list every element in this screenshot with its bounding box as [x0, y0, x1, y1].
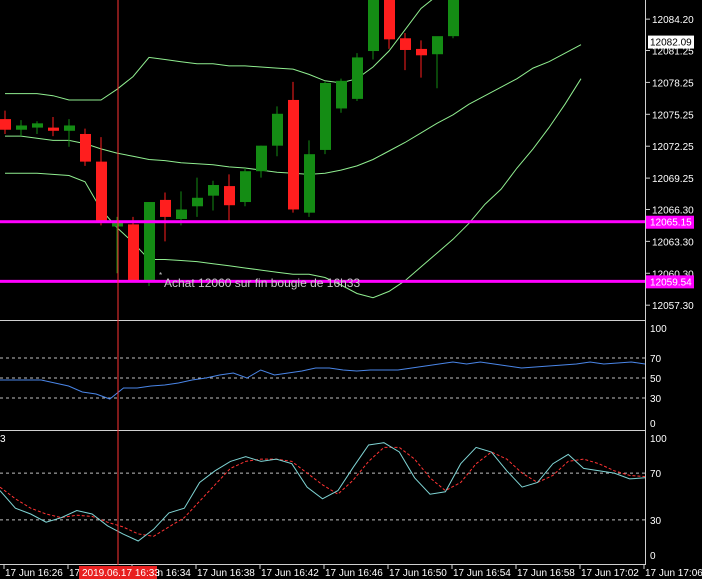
candle-body — [256, 145, 267, 172]
axis-border — [0, 564, 645, 565]
time-tick-label-partial: 17 — [69, 568, 81, 579]
trading-chart: Achat 12060 sur fin bougie de 16h33 * 12… — [0, 0, 702, 579]
candle — [368, 0, 379, 60]
candle-body — [128, 224, 139, 281]
candle-body — [272, 113, 283, 146]
stoch-tick-label: 100 — [650, 434, 667, 445]
candle-body — [240, 171, 251, 203]
level-badge-label: 12059.54 — [650, 277, 692, 288]
crosshair-time-label: 2019.06.17 16:33 — [82, 568, 160, 579]
candle — [128, 216, 139, 281]
rsi-tick-label: 70 — [650, 354, 662, 365]
candle-body — [16, 125, 27, 130]
price-tick-label: 12063.30 — [652, 237, 694, 248]
stoch-tick-label: 30 — [650, 516, 662, 527]
candle-body — [368, 0, 379, 52]
stoch-tick-label: 0 — [650, 551, 656, 562]
candle-body — [176, 209, 187, 220]
candle — [144, 202, 155, 287]
time-tick-label: 17 Jun 17:02 — [581, 568, 639, 579]
candle — [80, 128, 91, 166]
candle-body — [400, 38, 411, 50]
time-axis: 17 Jun 16:26 17 Jun 16:34 17 Jun 16:38 17 J… — [3, 565, 702, 579]
price-tick-label: 12066.30 — [652, 205, 694, 216]
panel-divider — [0, 430, 645, 431]
candle-body — [48, 127, 59, 131]
time-tick-label: 17 Jun 16:54 — [453, 568, 511, 579]
candle-body — [432, 36, 443, 55]
candle — [240, 168, 251, 207]
trade-annotation: Achat 12060 sur fin bougie de 16h33 — [164, 276, 360, 290]
stoch-partial-label: 3 — [0, 434, 6, 445]
candle-body — [384, 0, 395, 40]
annotation-marker: * — [159, 271, 162, 280]
candle — [320, 80, 331, 155]
rsi-tick-label: 50 — [650, 374, 662, 385]
current-price-label: 12082.09 — [650, 38, 692, 49]
panel-divider — [0, 320, 645, 321]
candle-body — [208, 185, 219, 196]
level-line — [0, 220, 645, 224]
time-tick-label: 17 Jun 16:26 — [5, 568, 63, 579]
axis-border — [645, 0, 646, 565]
candle-body — [0, 119, 11, 130]
price-tick-label: 12084.20 — [652, 15, 694, 26]
candle-body — [144, 202, 155, 281]
price-tick-label: 12072.25 — [652, 142, 694, 153]
candle-body — [304, 154, 315, 213]
candle-body — [80, 133, 91, 162]
candle-body — [32, 123, 43, 128]
candle — [448, 0, 459, 39]
candle — [336, 78, 347, 113]
price-tick-label: 12069.25 — [652, 174, 694, 185]
price-tick-label: 12075.25 — [652, 110, 694, 121]
candle-body — [192, 197, 203, 207]
candle-body — [160, 199, 171, 217]
candle-body — [96, 161, 107, 222]
time-tick-label: 17 Jun 17:06 — [645, 568, 702, 579]
time-tick-label: 17 Jun 16:50 — [389, 568, 447, 579]
stoch-tick-label: 70 — [650, 469, 662, 480]
candle — [288, 81, 299, 213]
rsi-tick-label: 0 — [650, 419, 656, 430]
rsi-tick-label: 100 — [650, 324, 667, 335]
time-tick-label: 17 Jun 16:46 — [325, 568, 383, 579]
candle-body — [336, 80, 347, 109]
time-tick-label: 17 Jun 16:42 — [261, 568, 319, 579]
candle-body — [64, 125, 75, 131]
candle-body — [416, 48, 427, 56]
price-tick-label: 12057.30 — [652, 301, 694, 312]
candle-body — [224, 186, 235, 206]
candle — [352, 53, 363, 102]
candle-body — [320, 82, 331, 150]
time-tick-label: 17 Jun 16:58 — [517, 568, 575, 579]
level-badge-label: 12065.15 — [650, 218, 692, 229]
price-tick-label: 12078.25 — [652, 78, 694, 89]
time-tick-label: 17 Jun 16:38 — [197, 568, 255, 579]
candle-body — [288, 99, 299, 210]
rsi-tick-label: 30 — [650, 394, 662, 405]
candle-body — [352, 57, 363, 99]
candle-body — [448, 0, 459, 37]
